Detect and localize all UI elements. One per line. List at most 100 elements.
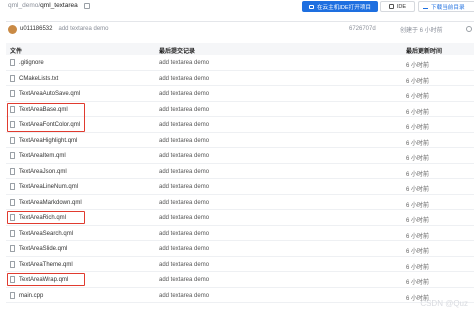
file-updated-time: 6 小时前 bbox=[406, 249, 430, 255]
file-icon bbox=[10, 198, 15, 206]
table-row[interactable]: TextAreaSlide.qml add textarea demo 6 小时前 bbox=[6, 241, 474, 257]
file-commit-message[interactable]: add textarea demo bbox=[159, 107, 209, 113]
table-row[interactable]: main.cpp add textarea demo 6 小时前 bbox=[6, 288, 474, 303]
breadcrumb-repo[interactable]: qml_demo bbox=[8, 2, 38, 9]
file-commit-message[interactable]: add textarea demo bbox=[159, 293, 209, 299]
top-bar: qml_demo / qml_textarea 在云主机IDE打开项目 IDE … bbox=[0, 0, 474, 16]
file-icon bbox=[10, 121, 15, 128]
monitor-icon bbox=[308, 4, 314, 9]
file-icon bbox=[10, 90, 15, 97]
table-row[interactable]: TextAreaHighlight.qml add textarea demo 6 … bbox=[6, 133, 474, 148]
table-row[interactable]: TextAreaWrap.qml add textarea demo 6 小时前 bbox=[6, 272, 474, 288]
file-updated-time: 6 小时前 bbox=[406, 94, 430, 100]
file-name-link[interactable]: TextAreaAutoSave.qml bbox=[19, 91, 80, 97]
file-commit-message[interactable]: add textarea demo bbox=[159, 60, 209, 66]
ide-button[interactable]: IDE bbox=[380, 1, 415, 12]
table-row[interactable]: .gitignore add textarea demo 6 小时前 bbox=[6, 55, 474, 71]
file-icon bbox=[10, 152, 15, 159]
file-commit-message[interactable]: add textarea demo bbox=[159, 138, 209, 144]
file-commit-message[interactable]: add textarea demo bbox=[159, 76, 209, 82]
file-icon bbox=[10, 167, 15, 175]
table-row[interactable]: TextAreaTheme.qml add textarea demo 6 小时前 bbox=[6, 257, 474, 272]
file-commit-message[interactable]: add textarea demo bbox=[159, 231, 209, 237]
file-name-link[interactable]: TextAreaLineNum.qml bbox=[19, 184, 78, 190]
download-directory-button[interactable]: 下载当前目录 bbox=[418, 1, 474, 12]
file-name-link[interactable]: TextAreaJson.qml bbox=[19, 169, 67, 175]
file-updated-time: 6 小时前 bbox=[406, 156, 430, 162]
file-updated-time: 6 小时前 bbox=[406, 264, 430, 271]
open-cloud-ide-button[interactable]: 在云主机IDE打开项目 bbox=[302, 1, 378, 12]
file-updated-time: 6 小时前 bbox=[406, 140, 430, 147]
file-updated-time: 6 小时前 bbox=[406, 78, 430, 85]
table-row[interactable]: CMakeLists.txt add textarea demo 6 小时前 bbox=[6, 71, 474, 86]
file-commit-message[interactable]: add textarea demo bbox=[159, 215, 209, 221]
file-name-link[interactable]: main.cpp bbox=[19, 293, 43, 299]
avatar[interactable] bbox=[8, 24, 17, 34]
file-commit-message[interactable]: add textarea demo bbox=[159, 277, 209, 283]
file-list: .gitignore add textarea demo 6 小时前 CMakeLis… bbox=[6, 55, 474, 303]
open-cloud-ide-label: 在云主机IDE打开项目 bbox=[316, 4, 372, 11]
file-icon bbox=[10, 260, 15, 268]
file-commit-message[interactable]: add textarea demo bbox=[159, 91, 209, 97]
file-commit-message[interactable]: add textarea demo bbox=[159, 122, 209, 128]
commit-message[interactable]: add textarea demo bbox=[58, 26, 108, 32]
file-table-header: 文件 最后提交记录 最后更新时间 bbox=[6, 43, 474, 55]
last-commit-bar: u011186532 add textarea demo 6726707d 创建… bbox=[6, 21, 474, 36]
table-row[interactable]: TextAreaItem.qml add textarea demo 6 小时前 bbox=[6, 148, 474, 164]
commit-author[interactable]: u011186532 bbox=[20, 26, 52, 32]
file-commit-message[interactable]: add textarea demo bbox=[159, 184, 209, 190]
copy-icon[interactable] bbox=[83, 2, 90, 9]
ide-label: IDE bbox=[396, 3, 407, 10]
file-icon bbox=[10, 74, 15, 82]
table-row[interactable]: TextAreaAutoSave.qml add textarea demo 6 小… bbox=[6, 86, 474, 102]
file-name-link[interactable]: TextAreaItem.qml bbox=[19, 153, 66, 159]
file-updated-time: 6 小时前 bbox=[406, 125, 430, 131]
file-updated-time: 6 小时前 bbox=[406, 233, 430, 240]
file-icon bbox=[10, 59, 15, 66]
file-updated-time: 6 小时前 bbox=[406, 171, 430, 178]
file-commit-message[interactable]: add textarea demo bbox=[159, 153, 209, 159]
file-name-link[interactable]: TextAreaMarkdown.qml bbox=[19, 200, 82, 206]
history-icon[interactable] bbox=[466, 26, 472, 32]
header-commit: 最后提交记录 bbox=[159, 49, 196, 55]
file-updated-time: 6 小时前 bbox=[406, 63, 430, 69]
table-row[interactable]: TextAreaLineNum.qml add textarea demo 6 小时… bbox=[6, 179, 474, 195]
file-updated-time: 6 小时前 bbox=[406, 280, 430, 286]
file-name-link[interactable]: TextAreaHighlight.qml bbox=[19, 138, 77, 144]
file-name-link[interactable]: TextAreaSearch.qml bbox=[19, 231, 73, 237]
file-name-link[interactable]: .gitignore bbox=[19, 60, 44, 66]
file-icon bbox=[10, 229, 15, 237]
file-name-link[interactable]: TextAreaFontColor.qml bbox=[19, 122, 80, 128]
table-row[interactable]: TextAreaFontColor.qml add textarea demo 6 … bbox=[6, 117, 474, 133]
download-icon bbox=[423, 4, 428, 9]
highlight-box bbox=[7, 211, 85, 224]
file-commit-message[interactable]: add textarea demo bbox=[159, 200, 209, 206]
download-label: 下载当前目录 bbox=[431, 4, 465, 11]
watermark: CSDN @Quz bbox=[420, 299, 468, 308]
header-file: 文件 bbox=[10, 49, 23, 55]
table-row[interactable]: TextAreaJson.qml add textarea demo 6 小时前 bbox=[6, 164, 474, 179]
file-icon bbox=[10, 183, 15, 190]
file-updated-time: 6 小时前 bbox=[406, 218, 430, 224]
file-commit-message[interactable]: add textarea demo bbox=[159, 246, 209, 252]
file-icon bbox=[10, 136, 15, 144]
file-name-link[interactable]: CMakeLists.txt bbox=[19, 76, 58, 82]
header-time: 最后更新时间 bbox=[406, 49, 443, 55]
breadcrumb-current: qml_textarea bbox=[40, 2, 78, 9]
file-icon bbox=[10, 291, 15, 299]
file-updated-time: 6 小时前 bbox=[406, 109, 430, 116]
file-updated-time: 6 小时前 bbox=[406, 187, 430, 193]
file-updated-time: 6 小时前 bbox=[406, 202, 430, 209]
table-row[interactable]: TextAreaRich.qml add textarea demo 6 小时前 bbox=[6, 210, 474, 226]
table-row[interactable]: TextAreaMarkdown.qml add textarea demo 6 小… bbox=[6, 195, 474, 210]
table-row[interactable]: TextAreaSearch.qml add textarea demo 6 小时前 bbox=[6, 226, 474, 241]
commit-time: 创建于 6 小时前 bbox=[400, 27, 443, 34]
file-commit-message[interactable]: add textarea demo bbox=[159, 262, 209, 268]
highlight-box bbox=[7, 273, 85, 286]
file-name-link[interactable]: TextAreaTheme.qml bbox=[19, 262, 73, 268]
file-commit-message[interactable]: add textarea demo bbox=[159, 169, 209, 175]
table-row[interactable]: TextAreaBase.qml add textarea demo 6 小时前 bbox=[6, 102, 474, 132]
commit-hash[interactable]: 6726707d bbox=[349, 26, 376, 32]
ide-icon bbox=[388, 4, 394, 9]
file-name-link[interactable]: TextAreaSlide.qml bbox=[19, 246, 67, 252]
